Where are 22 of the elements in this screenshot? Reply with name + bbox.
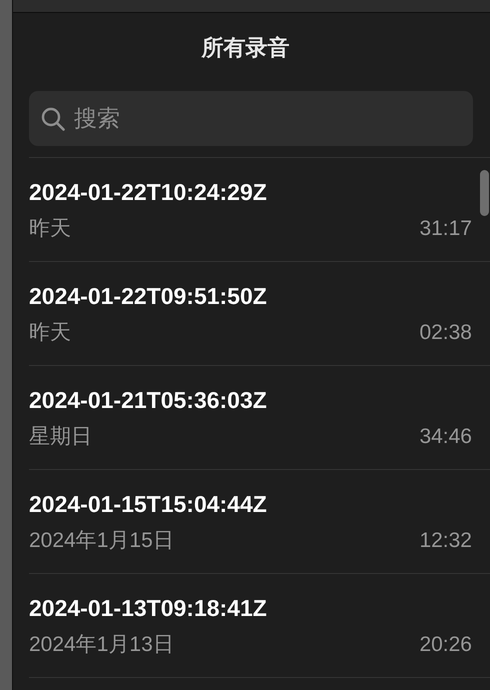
recording-name: 2024-01-22T09:51:50Z: [29, 282, 268, 310]
recording-date: 2024年1月15日: [29, 528, 174, 554]
recording-item[interactable]: 2024-01-22T09:51:50Z 昨天 02:38: [29, 262, 490, 366]
scrollbar[interactable]: [480, 170, 489, 216]
recording-name: 2024-01-13T09:18:41Z: [29, 594, 268, 622]
recording-duration: 34:46: [419, 424, 472, 450]
recording-duration: 31:17: [419, 216, 472, 242]
recording-date: 昨天: [29, 216, 71, 242]
recording-date: 星期日: [29, 424, 92, 450]
recording-item[interactable]: 2024-01-15T15:04:44Z 2024年1月15日 12:32: [29, 470, 490, 574]
panel-title: 所有录音: [200, 34, 290, 62]
recording-name: 2024-01-22T10:24:29Z: [29, 178, 268, 206]
recording-duration: 12:32: [419, 528, 472, 554]
recording-duration: 02:38: [419, 320, 472, 346]
recording-name: 2024-01-15T15:04:44Z: [29, 490, 268, 518]
recording-date: 昨天: [29, 320, 71, 346]
search-field[interactable]: 搜索: [29, 91, 473, 146]
recording-date: 2024年1月13日: [29, 632, 174, 658]
recording-duration: 20:26: [419, 632, 472, 658]
recording-name: 2024-01-21T05:36:03Z: [29, 386, 268, 414]
recording-item[interactable]: 2024-01-21T05:36:03Z 星期日 34:46: [29, 366, 490, 470]
recording-item[interactable]: 2024-01-13T09:18:41Z 2024年1月13日 20:26: [29, 574, 490, 678]
